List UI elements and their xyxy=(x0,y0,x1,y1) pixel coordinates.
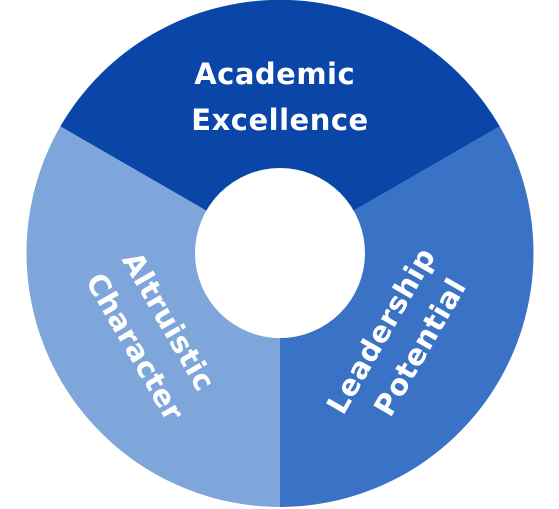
three-segment-ring-diagram: Academic Excellence Leadership Potential… xyxy=(26,0,534,508)
label-academic-line-1: Academic xyxy=(194,57,355,91)
label-academic-line-2: Excellence xyxy=(191,103,368,137)
diagram-stage: Academic Excellence Leadership Potential… xyxy=(0,0,559,509)
center-hole xyxy=(195,168,365,338)
